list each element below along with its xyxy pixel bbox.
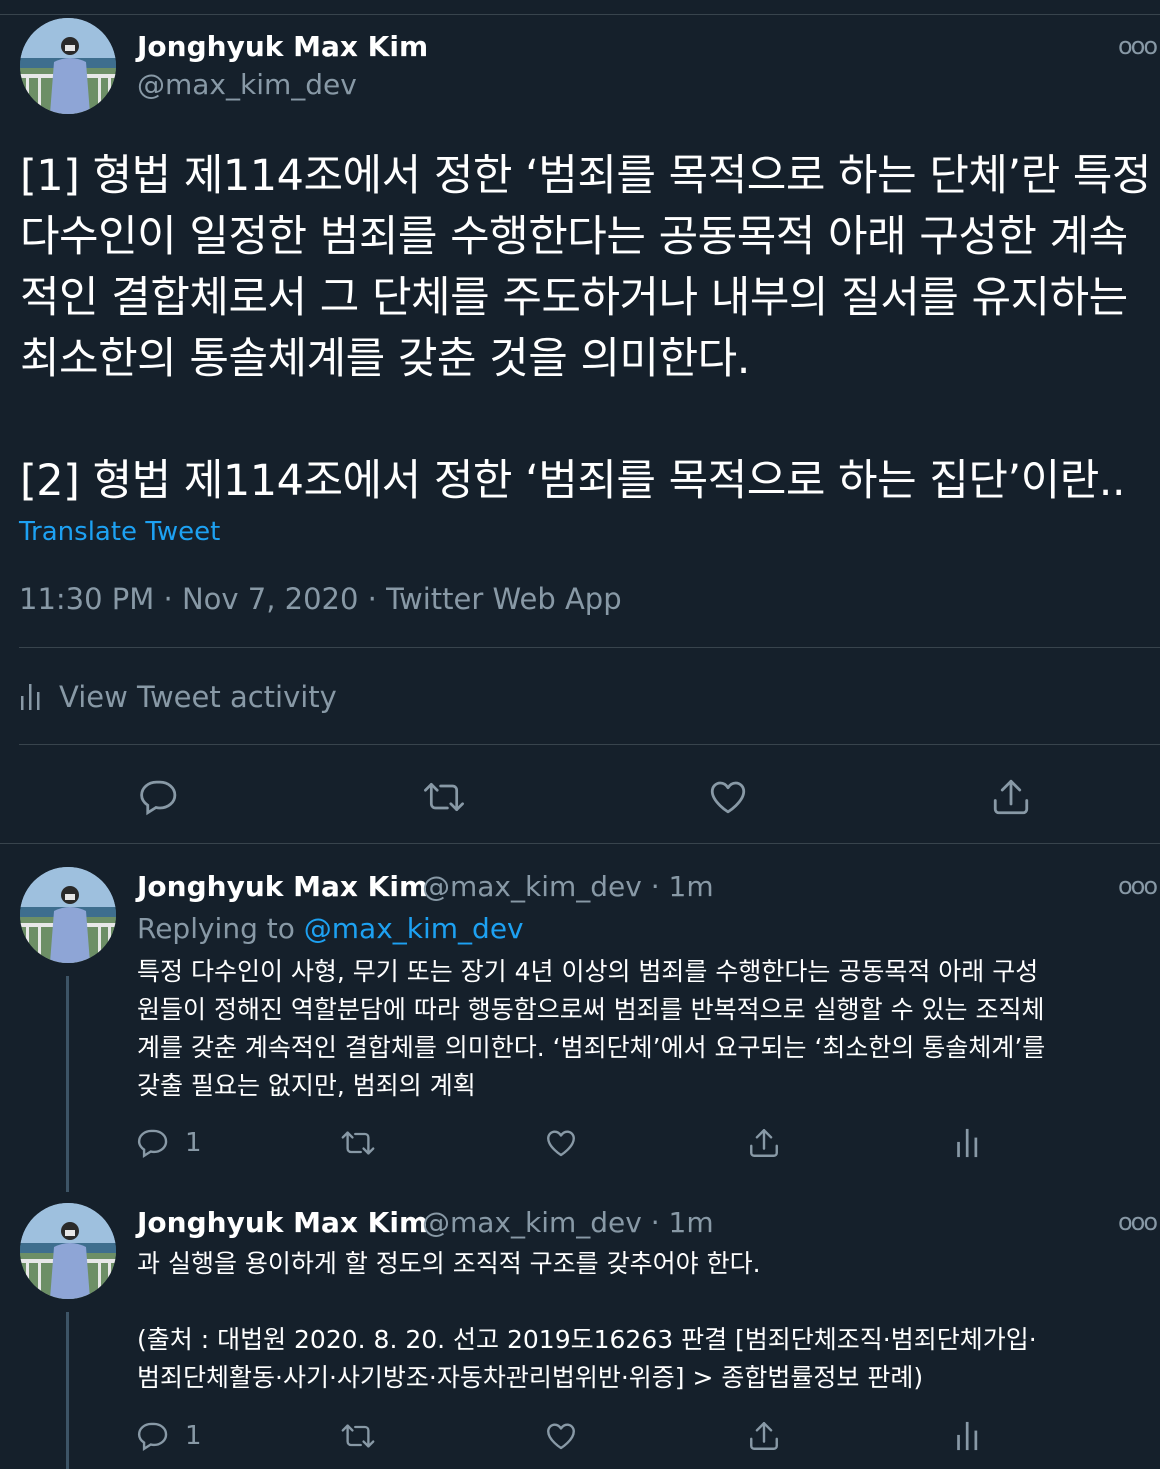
avatar[interactable] (20, 1203, 116, 1299)
view-tweet-activity[interactable]: View Tweet activity (19, 680, 337, 714)
reply-text-line: 갖출 필요는 없지만, 범죄의 계획 (137, 1071, 476, 1100)
like-button[interactable] (707, 776, 749, 818)
analytics-icon (21, 684, 40, 710)
like-button[interactable] (544, 1126, 578, 1160)
reply-text-line: 범죄단체활동·사기·사기방조·자동차관리법위반·위증] > 종합법률정보 판례) (137, 1363, 924, 1392)
reply-text-line: 특정 다수인이 사형, 무기 또는 장기 4년 이상의 범죄를 수행한다는 공동… (137, 957, 1039, 986)
replying-to: Replying to @max_kim_dev (137, 912, 524, 945)
avatar[interactable] (20, 18, 116, 114)
reply-button[interactable] (139, 776, 181, 818)
divider (19, 647, 1160, 648)
retweet-icon (341, 1424, 375, 1448)
author-handle[interactable]: @max_kim_dev · 1m (422, 870, 714, 903)
author-handle[interactable]: @max_kim_dev · 1m (422, 1206, 714, 1239)
retweet-icon (341, 1131, 375, 1155)
view-tweet-activity-label: View Tweet activity (59, 680, 337, 714)
share-icon (750, 1129, 778, 1157)
like-icon (710, 781, 746, 814)
like-button[interactable] (544, 1419, 578, 1453)
tweet-text-line (20, 390, 1145, 451)
analytics-button[interactable] (955, 1126, 981, 1160)
replying-to-label: Replying to (137, 912, 304, 945)
thread-line (66, 976, 69, 1192)
author-name[interactable]: Jonghyuk Max Kim (137, 1206, 428, 1239)
tweet-timestamp[interactable]: 11:30 PM · Nov 7, 2020 · Twitter Web App (19, 582, 622, 616)
more-icon[interactable]: ooo (1118, 872, 1158, 900)
reply-count: 1 (185, 1421, 202, 1451)
reply-text-line: 원들이 정해진 역할분담에 따라 행동함으로써 범죄를 반복적으로 실행할 수 … (137, 995, 1045, 1024)
share-icon (750, 1422, 778, 1450)
avatar-photo-icon (20, 1203, 116, 1299)
top-divider (0, 14, 1160, 15)
author-name[interactable]: Jonghyuk Max Kim (137, 30, 428, 63)
reply-button[interactable]: 1 (137, 1126, 202, 1160)
reply-icon (137, 1129, 168, 1158)
tweet-text-line: 적인 결합체로서 그 단체를 주도하거나 내부의 질서를 유지하는 (20, 273, 1128, 323)
replying-to-handle-link[interactable]: @max_kim_dev (304, 912, 524, 945)
retweet-button[interactable] (340, 1126, 376, 1160)
reply-text: 과 실행을 용이하게 할 정도의 조직적 구조를 갖추어야 한다. (출처 : … (137, 1245, 1152, 1397)
translate-tweet-link[interactable]: Translate Tweet (19, 517, 220, 547)
tweet-text-line: 최소한의 통솔체계를 갖춘 것을 의미한다. (20, 334, 750, 384)
more-icon[interactable]: ooo (1118, 1208, 1158, 1236)
like-icon (547, 1423, 575, 1450)
share-icon (993, 779, 1029, 815)
avatar-photo-icon (20, 18, 116, 114)
tweet-text-line: 다수인이 일정한 범죄를 수행한다는 공동목적 아래 구성한 계속 (20, 212, 1128, 262)
tweet-text-line: [1] 형법 제114조에서 정한 ‘범죄를 목적으로 하는 단체’란 특정 (20, 151, 1152, 201)
thread-line (66, 1312, 69, 1469)
retweet-button[interactable] (340, 1419, 376, 1453)
reply-text-line: (출처 : 대법원 2020. 8. 20. 선고 2019도16263 판결 … (137, 1325, 1037, 1354)
reply-icon (140, 780, 177, 816)
author-handle[interactable]: @max_kim_dev (137, 68, 357, 101)
share-button[interactable] (747, 1419, 781, 1453)
reply-text-line (137, 1283, 1152, 1321)
divider (19, 744, 1160, 745)
reply-button[interactable]: 1 (137, 1419, 202, 1453)
analytics-button[interactable] (955, 1419, 981, 1453)
more-icon[interactable]: ooo (1118, 32, 1158, 60)
reply-text: 특정 다수인이 사형, 무기 또는 장기 4년 이상의 범죄를 수행한다는 공동… (137, 953, 1152, 1105)
reply-text-line: 과 실행을 용이하게 할 정도의 조직적 구조를 갖추어야 한다. (137, 1249, 761, 1278)
analytics-icon (957, 1421, 978, 1451)
tweet-separator (0, 843, 1160, 844)
tweet-text: [1] 형법 제114조에서 정한 ‘범죄를 목적으로 하는 단체’란 특정 다… (20, 146, 1152, 512)
like-icon (547, 1130, 575, 1157)
reply-text-line: 계를 갖춘 계속적인 결합체를 의미한다. ‘범죄단체’에서 요구되는 ‘최소한… (137, 1033, 1046, 1062)
retweet-icon (424, 782, 464, 812)
share-button[interactable] (747, 1126, 781, 1160)
avatar[interactable] (20, 867, 116, 963)
analytics-icon (957, 1128, 978, 1158)
reply-icon (137, 1422, 168, 1451)
share-button[interactable] (990, 776, 1032, 818)
tweet-text-line: [2] 형법 제114조에서 정한 ‘범죄를 목적으로 하는 집단’이란.. (20, 456, 1126, 506)
avatar-photo-icon (20, 867, 116, 963)
retweet-button[interactable] (422, 776, 466, 818)
reply-count: 1 (185, 1128, 202, 1158)
author-name[interactable]: Jonghyuk Max Kim (137, 870, 428, 903)
